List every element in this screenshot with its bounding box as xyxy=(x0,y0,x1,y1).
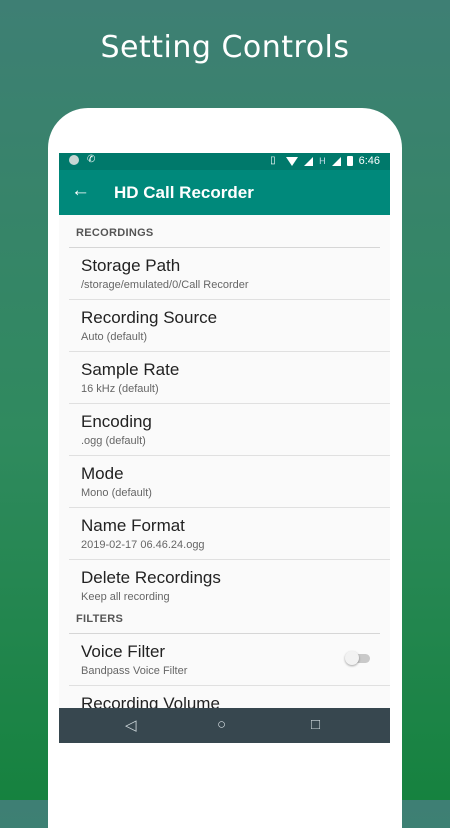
notification-dot-icon xyxy=(69,155,79,165)
pref-summary: /storage/emulated/0/Call Recorder xyxy=(81,279,249,291)
pref-summary: Auto (default) xyxy=(81,331,148,343)
arrow-left-icon[interactable]: ← xyxy=(71,181,90,201)
pref-summary: 16 kHz (default) xyxy=(81,383,159,395)
pref-delete-recordings[interactable]: Delete Recordings Keep all recording xyxy=(69,560,390,611)
square-recents-icon[interactable]: □ xyxy=(311,716,320,733)
status-bar: ✆ ▯ H 6:46 xyxy=(59,153,390,170)
pref-storage-path[interactable]: Storage Path /storage/emulated/0/Call Re… xyxy=(69,248,390,300)
section-header-filters: FILTERS xyxy=(76,613,124,625)
section-header-recordings: RECORDINGS xyxy=(76,227,154,239)
system-nav-bar: ◁ ○ □ xyxy=(59,708,390,743)
pref-title: Mode xyxy=(81,464,124,483)
pref-summary: Mono (default) xyxy=(81,487,152,499)
pref-summary: Keep all recording xyxy=(81,591,170,603)
signal-icon xyxy=(304,156,314,166)
battery-icon xyxy=(346,156,353,166)
pref-title: Encoding xyxy=(81,412,152,431)
voice-filter-toggle[interactable] xyxy=(345,651,370,665)
status-time: 6:46 xyxy=(358,155,380,167)
toggle-knob xyxy=(345,651,359,665)
pref-sample-rate[interactable]: Sample Rate 16 kHz (default) xyxy=(69,352,390,404)
pref-recording-source[interactable]: Recording Source Auto (default) xyxy=(69,300,390,352)
pref-name-format[interactable]: Name Format 2019-02-17 06.46.24.ogg xyxy=(69,508,390,560)
pref-summary: .ogg (default) xyxy=(81,435,146,447)
promo-headline: Setting Controls xyxy=(100,30,350,65)
phone-call-icon: ✆ xyxy=(87,154,96,165)
vibrate-icon: ▯ xyxy=(270,155,276,166)
triangle-back-icon[interactable]: ◁ xyxy=(125,716,137,734)
circle-home-icon[interactable]: ○ xyxy=(217,716,226,733)
pref-summary: Bandpass Voice Filter xyxy=(81,665,188,677)
network-type-label: H xyxy=(319,156,326,166)
pref-title: Delete Recordings xyxy=(81,568,221,587)
pref-title: Storage Path xyxy=(81,256,181,275)
pref-title: Sample Rate xyxy=(81,360,180,379)
pref-voice-filter[interactable]: Voice Filter Bandpass Voice Filter xyxy=(69,634,390,686)
app-bar: ← HD Call Recorder xyxy=(59,170,390,215)
pref-title: Voice Filter xyxy=(81,642,166,661)
app-title: HD Call Recorder xyxy=(114,183,254,202)
phone-screen: ✆ ▯ H 6:46 ← HD Call Recorder RECORDINGS… xyxy=(59,153,390,743)
pref-encoding[interactable]: Encoding .ogg (default) xyxy=(69,404,390,456)
pref-title: Recording Source xyxy=(81,308,218,327)
signal-2-icon xyxy=(331,156,341,166)
pref-mode[interactable]: Mode Mono (default) xyxy=(69,456,390,508)
wifi-icon xyxy=(286,156,299,166)
pref-summary: 2019-02-17 06.46.24.ogg xyxy=(81,539,205,551)
pref-title: Name Format xyxy=(81,516,185,535)
